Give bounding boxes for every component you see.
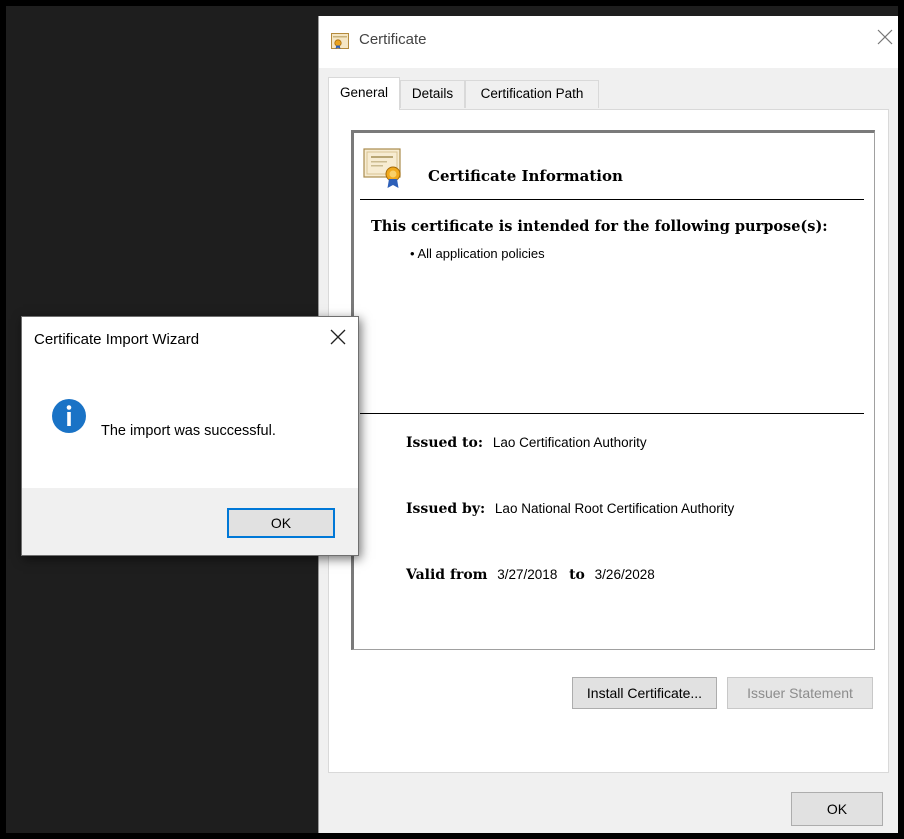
issuer-statement-button[interactable]: Issuer Statement xyxy=(727,677,873,709)
certificate-icon xyxy=(331,33,349,49)
dialog-title: Certificate Import Wizard xyxy=(34,331,200,348)
certificate-badge-icon xyxy=(363,148,401,188)
install-certificate-button[interactable]: Install Certificate... xyxy=(572,677,717,709)
information-icon xyxy=(52,399,86,433)
certificate-info-heading: Certificate Information xyxy=(428,167,623,185)
certificate-window: Certificate General Details Certificatio… xyxy=(318,16,904,839)
issued-to-label: Issued to: xyxy=(406,435,484,451)
certificate-titlebar: Certificate xyxy=(319,16,904,68)
valid-from-label: Valid from xyxy=(406,567,488,583)
issued-by-row: Issued by: Lao National Root Certificati… xyxy=(406,501,734,517)
dialog-footer: OK xyxy=(22,488,358,555)
issued-to-row: Issued to: Lao Certification Authority xyxy=(406,435,647,451)
valid-to-label: to xyxy=(569,567,585,583)
certificate-info-box: Certificate Information This certificate… xyxy=(351,130,875,650)
window-title: Certificate xyxy=(359,31,427,48)
valid-from-value: 3/27/2018 xyxy=(497,567,558,582)
ok-button[interactable]: OK xyxy=(791,792,883,826)
divider xyxy=(360,199,864,200)
close-icon[interactable] xyxy=(874,26,896,48)
close-icon[interactable] xyxy=(328,327,348,347)
general-tab-panel: Certificate Information This certificate… xyxy=(328,109,889,773)
divider xyxy=(360,413,864,414)
ok-button[interactable]: OK xyxy=(227,508,335,538)
issued-by-value: Lao National Root Certification Authorit… xyxy=(494,501,735,516)
purpose-item: • All application policies xyxy=(410,246,545,261)
issued-to-value: Lao Certification Authority xyxy=(492,435,647,450)
tab-certification-path[interactable]: Certification Path xyxy=(465,80,599,108)
tab-details[interactable]: Details xyxy=(400,80,465,108)
validity-row: Valid from 3/27/2018 to 3/26/2028 xyxy=(406,567,655,583)
tab-general[interactable]: General xyxy=(328,77,400,110)
valid-to-value: 3/26/2028 xyxy=(594,567,655,582)
dialog-message: The import was successful. xyxy=(101,423,276,439)
issued-by-label: Issued by: xyxy=(406,501,486,517)
purpose-heading: This certificate is intended for the fol… xyxy=(371,218,828,235)
import-wizard-dialog: Certificate Import Wizard The import was… xyxy=(21,316,359,556)
